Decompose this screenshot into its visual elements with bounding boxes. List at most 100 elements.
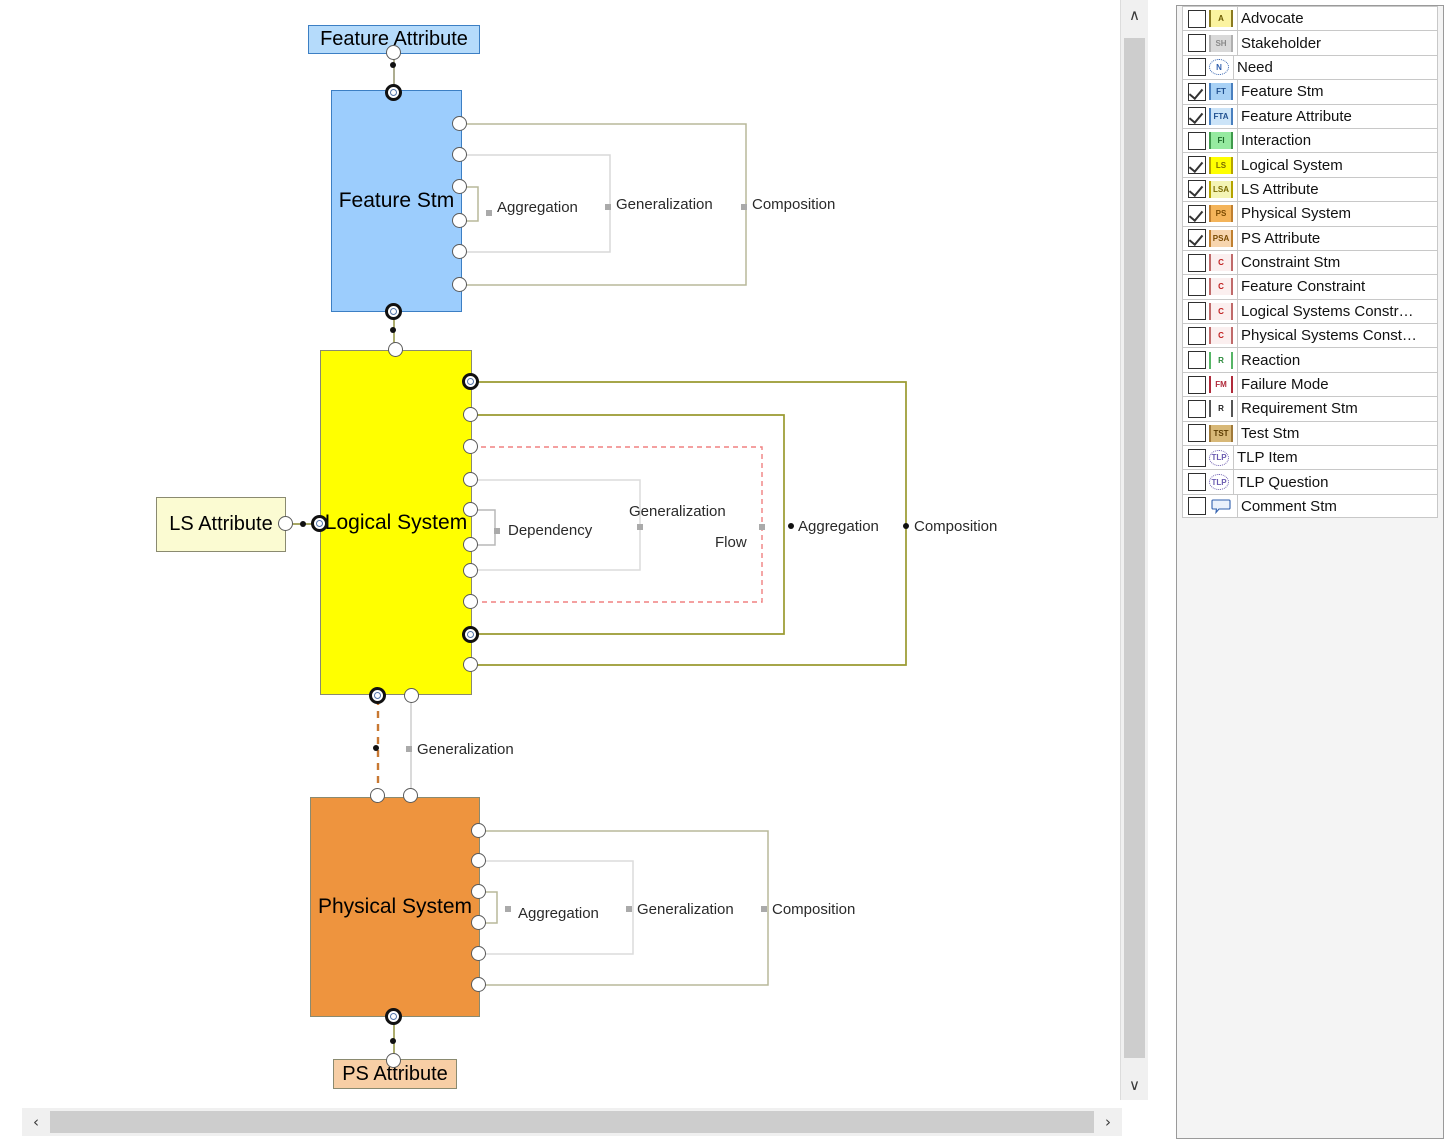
legend-checkbox[interactable] [1188, 205, 1206, 223]
handle-logical-system-r7[interactable] [463, 563, 478, 578]
handle-logical-system-left[interactable] [311, 515, 328, 532]
handle-logical-system-r1[interactable] [462, 373, 479, 390]
legend-checkbox[interactable] [1188, 180, 1206, 198]
handle-feature-stm-r5[interactable] [452, 244, 467, 259]
handle-logical-system-bottom-left[interactable] [369, 687, 386, 704]
legend-row[interactable]: CPhysical Systems Const… [1182, 323, 1438, 347]
handle-physical-system-r6[interactable] [471, 977, 486, 992]
legend-row[interactable]: SHStakeholder [1182, 30, 1438, 54]
legend-checkbox[interactable] [1188, 449, 1206, 467]
legend-row[interactable]: NNeed [1182, 55, 1438, 79]
legend-checkbox[interactable] [1188, 278, 1206, 296]
handle-logical-system-r2[interactable] [463, 407, 478, 422]
handle-logical-system-r5[interactable] [463, 502, 478, 517]
handle-feature-stm-bottom[interactable] [385, 303, 402, 320]
handle-physical-system-r4[interactable] [471, 915, 486, 930]
legend-row[interactable]: PSPhysical System [1182, 201, 1438, 225]
edge-midpoint-ps-aggregation[interactable] [505, 906, 511, 912]
edge-midpoint-ls-composition[interactable] [903, 523, 909, 529]
edge-midpoint-ls-ps-realization[interactable] [373, 745, 379, 751]
scroll-down-button[interactable]: ∨ [1121, 1070, 1148, 1100]
legend-row[interactable]: CLogical Systems Constr… [1182, 299, 1438, 323]
handle-feature-stm-r2[interactable] [452, 147, 467, 162]
diagram-canvas[interactable]: Feature Attribute Feature Stm LS Attribu… [0, 0, 1120, 1100]
legend-checkbox[interactable] [1188, 497, 1206, 515]
legend-row[interactable]: AAdvocate [1182, 6, 1438, 30]
handle-logical-system-r8[interactable] [463, 594, 478, 609]
canvas-horizontal-scrollbar[interactable]: ‹ › [0, 1100, 1147, 1144]
handle-ls-attribute-right[interactable] [278, 516, 293, 531]
legend-checkbox[interactable] [1188, 83, 1206, 101]
legend-row[interactable]: CConstraint Stm [1182, 250, 1438, 274]
legend-row[interactable]: RRequirement Stm [1182, 396, 1438, 420]
canvas-vertical-scrollbar[interactable]: ∧ ∨ [1120, 0, 1148, 1100]
legend-checkbox[interactable] [1188, 376, 1206, 394]
node-ls-attribute[interactable]: LS Attribute [156, 497, 286, 552]
edge-midpoint-ls-flow[interactable] [759, 524, 765, 530]
legend-row[interactable]: FMFailure Mode [1182, 372, 1438, 396]
handle-physical-system-r5[interactable] [471, 946, 486, 961]
handle-physical-system-bottom[interactable] [385, 1008, 402, 1025]
handle-physical-system-top-right[interactable] [403, 788, 418, 803]
node-feature-stm[interactable]: Feature Stm [331, 90, 462, 312]
legend-checkbox[interactable] [1188, 327, 1206, 345]
legend-row[interactable]: FIInteraction [1182, 128, 1438, 152]
legend-row[interactable]: TLPTLP Question [1182, 469, 1438, 493]
edge-midpoint-ps-composition[interactable] [761, 906, 767, 912]
handle-feature-attribute-bottom[interactable] [386, 45, 401, 60]
edge-midpoint-ls-aggregation[interactable] [788, 523, 794, 529]
handle-logical-system-r9[interactable] [462, 626, 479, 643]
legend-row[interactable]: LSALS Attribute [1182, 177, 1438, 201]
legend-row[interactable]: FTFeature Stm [1182, 79, 1438, 103]
legend-checkbox[interactable] [1188, 254, 1206, 272]
handle-feature-stm-r6[interactable] [452, 277, 467, 292]
vertical-scroll-thumb[interactable] [1124, 38, 1145, 1058]
edge-midpoint-ls-generalization[interactable] [637, 524, 643, 530]
legend-checkbox[interactable] [1188, 107, 1206, 125]
legend-row[interactable]: RReaction [1182, 347, 1438, 371]
legend-row[interactable]: TSTTest Stm [1182, 421, 1438, 445]
scroll-up-button[interactable]: ∧ [1121, 0, 1148, 30]
handle-ps-attribute-top[interactable] [386, 1053, 401, 1068]
handle-feature-stm-r1[interactable] [452, 116, 467, 131]
edge-midpoint-fs-generalization[interactable] [605, 204, 611, 210]
node-physical-system[interactable]: Physical System [310, 797, 480, 1017]
handle-logical-system-top[interactable] [388, 342, 403, 357]
legend-row[interactable]: CFeature Constraint [1182, 274, 1438, 298]
legend-checkbox[interactable] [1188, 351, 1206, 369]
horizontal-scroll-thumb[interactable] [47, 1111, 1112, 1133]
edge-midpoint-fa-fs[interactable] [390, 62, 396, 68]
edge-midpoint-lsa-ls[interactable] [300, 521, 306, 527]
handle-physical-system-r2[interactable] [471, 853, 486, 868]
edge-midpoint-ps-psa[interactable] [390, 1038, 396, 1044]
legend-checkbox[interactable] [1188, 58, 1206, 76]
handle-feature-stm-r4[interactable] [452, 213, 467, 228]
legend-checkbox[interactable] [1188, 302, 1206, 320]
handle-logical-system-bottom-right[interactable] [404, 688, 419, 703]
edge-midpoint-lp-generalization[interactable] [406, 746, 412, 752]
edge-midpoint-fs-ls[interactable] [390, 327, 396, 333]
legend-checkbox[interactable] [1188, 156, 1206, 174]
handle-feature-stm-top[interactable] [385, 84, 402, 101]
legend-row[interactable]: LSLogical System [1182, 152, 1438, 176]
legend-row[interactable]: FTAFeature Attribute [1182, 104, 1438, 128]
edge-midpoint-ls-dependency[interactable] [494, 528, 500, 534]
scroll-left-button[interactable]: ‹ [22, 1108, 50, 1136]
edge-midpoint-ps-generalization[interactable] [626, 906, 632, 912]
handle-physical-system-r1[interactable] [471, 823, 486, 838]
edge-midpoint-fs-aggregation[interactable] [486, 210, 492, 216]
node-logical-system[interactable]: Logical System [320, 350, 472, 695]
legend-row[interactable]: PSAPS Attribute [1182, 226, 1438, 250]
legend-row[interactable]: TLPTLP Item [1182, 445, 1438, 469]
handle-logical-system-r4[interactable] [463, 472, 478, 487]
legend-checkbox[interactable] [1188, 10, 1206, 28]
handle-logical-system-r6[interactable] [463, 537, 478, 552]
legend-row[interactable]: Comment Stm [1182, 494, 1438, 518]
legend-checkbox[interactable] [1188, 424, 1206, 442]
legend-checkbox[interactable] [1188, 400, 1206, 418]
handle-physical-system-r3[interactable] [471, 884, 486, 899]
legend-checkbox[interactable] [1188, 34, 1206, 52]
legend-checkbox[interactable] [1188, 229, 1206, 247]
handle-logical-system-r10[interactable] [463, 657, 478, 672]
edge-midpoint-fs-composition[interactable] [741, 204, 747, 210]
